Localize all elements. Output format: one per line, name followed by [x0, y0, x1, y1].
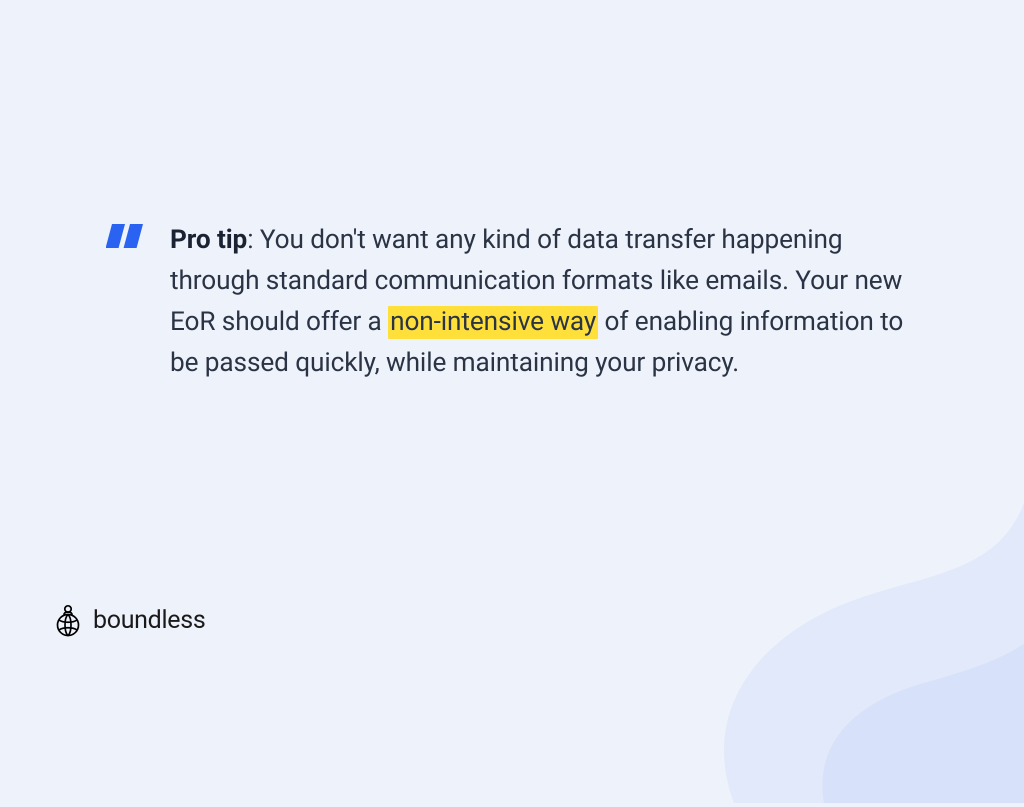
quote-mark-icon: [106, 224, 146, 248]
quote-text: Pro tip: You don't want any kind of data…: [170, 220, 918, 384]
highlighted-phrase: non-intensive way: [388, 306, 598, 339]
boundless-logo-icon: [53, 603, 83, 637]
pro-tip-label: Pro tip: [170, 225, 247, 255]
quote-card: Pro tip: You don't want any kind of data…: [0, 0, 1024, 384]
brand-logo: boundless: [53, 603, 205, 637]
brand-name: boundless: [93, 606, 205, 635]
